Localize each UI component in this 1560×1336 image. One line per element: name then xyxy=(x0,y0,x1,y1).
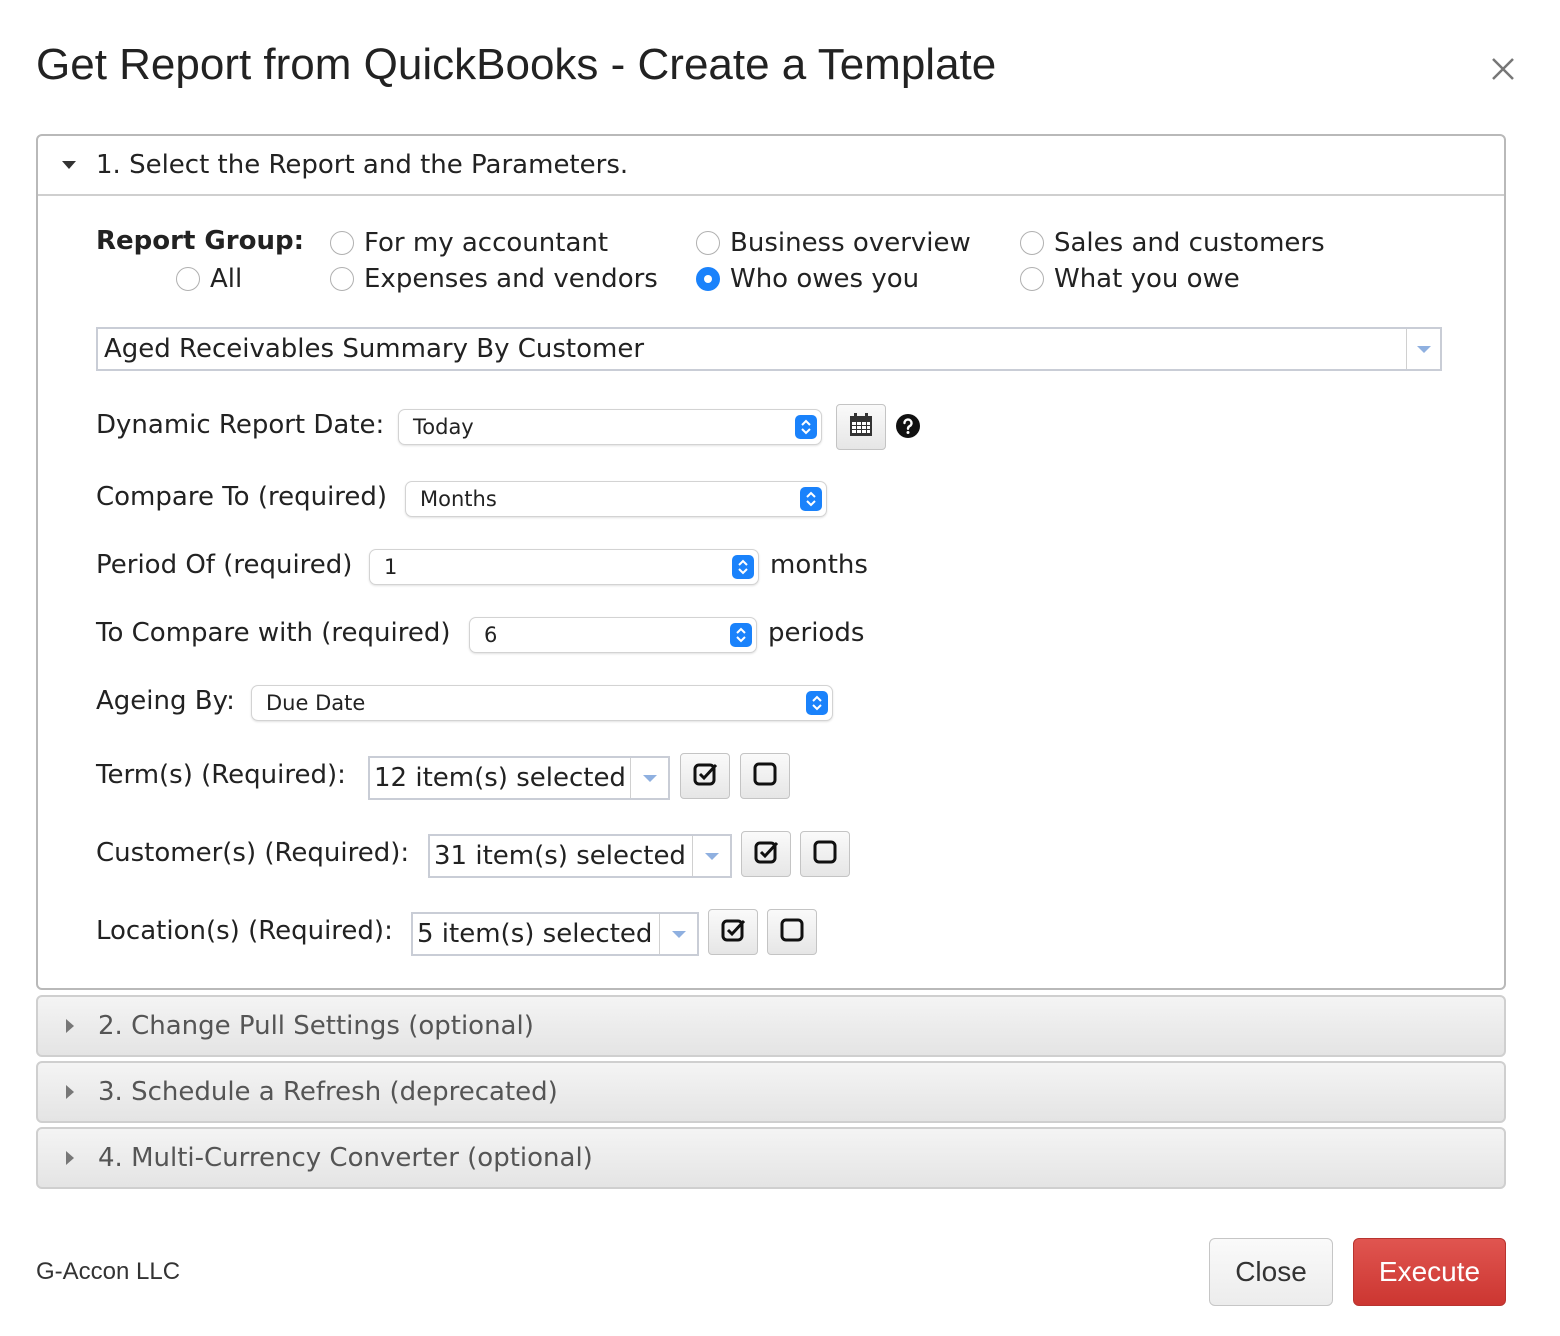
radio-button[interactable] xyxy=(330,231,354,255)
caret-right-icon xyxy=(66,1085,74,1099)
compare-with-suffix: periods xyxy=(768,618,865,648)
radio-who-owes-you[interactable]: Who owes you xyxy=(696,264,919,294)
checkbox-checked-icon xyxy=(720,917,746,947)
dynamic-date-label: Dynamic Report Date: xyxy=(96,410,385,440)
locations-deselect-all-button[interactable] xyxy=(767,909,817,955)
customers-value: 31 item(s) selected xyxy=(434,841,686,871)
locations-multiselect[interactable]: 5 item(s) selected xyxy=(411,912,699,956)
ageing-by-select[interactable]: Due Date xyxy=(251,685,833,721)
section-2-title: 2. Change Pull Settings (optional) xyxy=(98,1011,534,1041)
section-4-title: 4. Multi-Currency Converter (optional) xyxy=(98,1143,593,1173)
checkbox-checked-icon xyxy=(692,761,718,791)
compare-to-select[interactable]: Months xyxy=(405,481,827,517)
terms-multiselect[interactable]: 12 item(s) selected xyxy=(368,756,670,800)
caret-down-icon xyxy=(62,161,76,169)
stepper-icon xyxy=(795,415,817,439)
dropdown-arrow-icon[interactable] xyxy=(659,914,697,954)
ageing-by-label: Ageing By: xyxy=(96,686,235,716)
terms-select-all-button[interactable] xyxy=(680,753,730,799)
caret-right-icon xyxy=(66,1019,74,1033)
report-group-label: Report Group: xyxy=(96,226,304,256)
checkbox-empty-icon xyxy=(752,761,778,791)
report-select-value: Aged Receivables Summary By Customer xyxy=(104,334,645,364)
close-button[interactable]: Close xyxy=(1209,1238,1333,1306)
period-of-select[interactable]: 1 xyxy=(369,549,759,585)
radio-button[interactable] xyxy=(176,267,200,291)
compare-to-value: Months xyxy=(420,487,497,511)
report-select[interactable]: Aged Receivables Summary By Customer xyxy=(96,327,1442,371)
period-of-label: Period Of (required) xyxy=(96,550,353,580)
customers-multiselect[interactable]: 31 item(s) selected xyxy=(428,834,732,878)
ageing-by-value: Due Date xyxy=(266,691,366,715)
execute-button[interactable]: Execute xyxy=(1353,1238,1506,1306)
compare-to-label: Compare To (required) xyxy=(96,482,388,512)
locations-label: Location(s) (Required): xyxy=(96,916,393,946)
caret-right-icon xyxy=(66,1151,74,1165)
radio-label: Sales and customers xyxy=(1054,228,1325,258)
radio-what-you-owe[interactable]: What you owe xyxy=(1020,264,1240,294)
stepper-icon xyxy=(732,555,754,579)
customers-deselect-all-button[interactable] xyxy=(800,831,850,877)
stepper-icon xyxy=(730,623,752,647)
compare-with-label: To Compare with (required) xyxy=(96,618,451,648)
calendar-icon xyxy=(848,412,874,442)
radio-label: Who owes you xyxy=(730,264,920,294)
section-multi-currency[interactable]: 4. Multi-Currency Converter (optional) xyxy=(36,1127,1506,1189)
dialog-title: Get Report from QuickBooks - Create a Te… xyxy=(36,40,997,89)
radio-label: Expenses and vendors xyxy=(364,264,658,294)
radio-button[interactable] xyxy=(696,231,720,255)
terms-deselect-all-button[interactable] xyxy=(740,753,790,799)
compare-with-select[interactable]: 6 xyxy=(469,617,757,653)
terms-value: 12 item(s) selected xyxy=(374,763,626,793)
radio-business-overview[interactable]: Business overview xyxy=(696,228,971,258)
section-schedule-refresh[interactable]: 3. Schedule a Refresh (deprecated) xyxy=(36,1061,1506,1123)
radio-sales-and-customers[interactable]: Sales and customers xyxy=(1020,228,1325,258)
radio-label: For my accountant xyxy=(364,228,609,258)
radio-label: Business overview xyxy=(730,228,971,258)
dynamic-date-select[interactable]: Today xyxy=(398,409,822,445)
section-1-header[interactable]: 1. Select the Report and the Parameters. xyxy=(38,136,1504,196)
locations-value: 5 item(s) selected xyxy=(417,919,653,949)
radio-label: What you owe xyxy=(1054,264,1240,294)
locations-select-all-button[interactable] xyxy=(708,909,758,955)
customers-select-all-button[interactable] xyxy=(741,831,791,877)
period-of-value: 1 xyxy=(384,555,398,579)
help-icon[interactable] xyxy=(895,413,921,443)
footer-brand: G-Accon LLC xyxy=(36,1258,181,1285)
radio-label: All xyxy=(210,264,243,294)
calendar-button[interactable] xyxy=(836,404,886,450)
radio-button[interactable] xyxy=(1020,231,1044,255)
dynamic-date-value: Today xyxy=(413,415,474,439)
stepper-icon xyxy=(806,691,828,715)
stepper-icon xyxy=(800,487,822,511)
close-icon[interactable] xyxy=(1488,54,1518,84)
period-of-suffix: months xyxy=(770,550,868,580)
radio-for-my-accountant[interactable]: For my accountant xyxy=(330,228,608,258)
checkbox-empty-icon xyxy=(812,839,838,869)
radio-button[interactable] xyxy=(1020,267,1044,291)
radio-button-selected[interactable] xyxy=(696,267,720,291)
section-pull-settings[interactable]: 2. Change Pull Settings (optional) xyxy=(36,995,1506,1057)
terms-label: Term(s) (Required): xyxy=(96,760,346,790)
dropdown-arrow-icon[interactable] xyxy=(692,836,730,876)
dropdown-arrow-icon[interactable] xyxy=(1406,329,1440,369)
customers-label: Customer(s) (Required): xyxy=(96,838,410,868)
checkbox-empty-icon xyxy=(779,917,805,947)
radio-expenses-and-vendors[interactable]: Expenses and vendors xyxy=(330,264,658,294)
radio-button[interactable] xyxy=(330,267,354,291)
compare-with-value: 6 xyxy=(484,623,498,647)
radio-all[interactable]: All xyxy=(176,264,242,294)
checkbox-checked-icon xyxy=(753,839,779,869)
section-3-title: 3. Schedule a Refresh (deprecated) xyxy=(98,1077,558,1107)
section-1-title: 1. Select the Report and the Parameters. xyxy=(96,150,629,180)
dropdown-arrow-icon[interactable] xyxy=(630,758,668,798)
